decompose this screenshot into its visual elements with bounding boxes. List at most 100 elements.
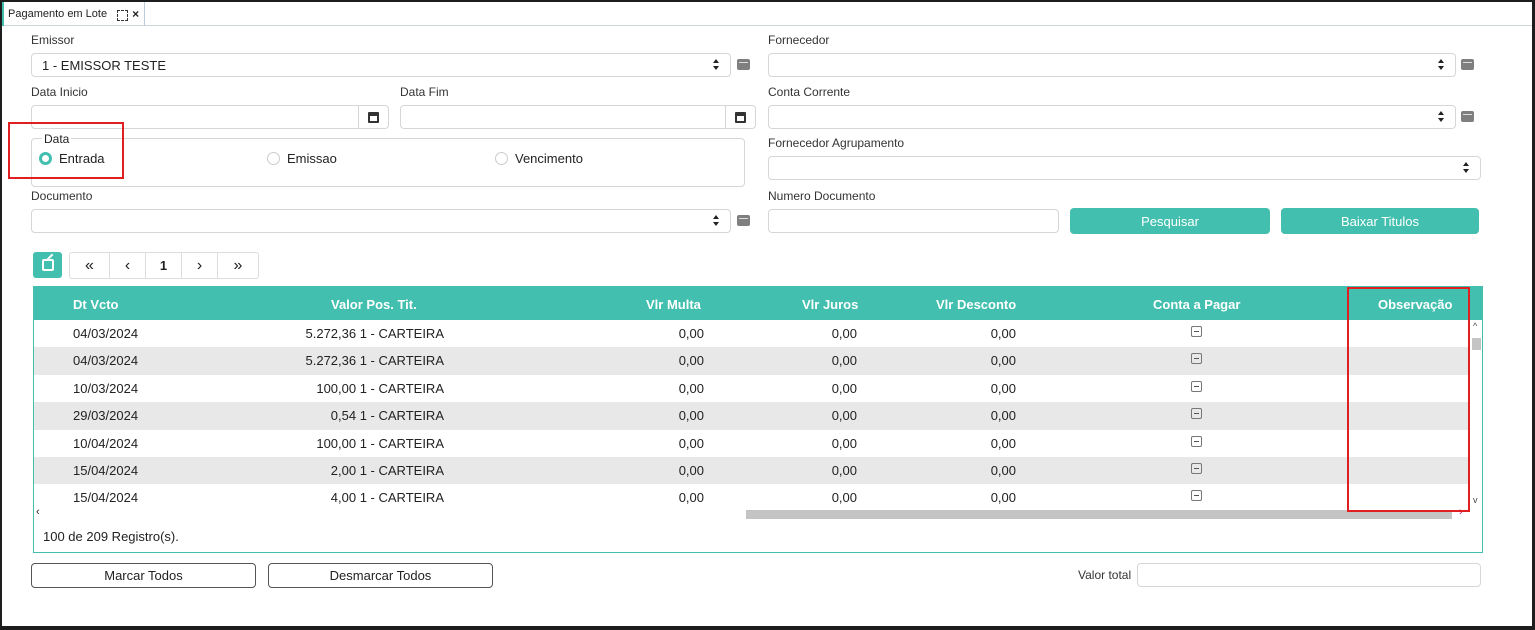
tab-pagamento-em-lote[interactable]: Pagamento em Lote × — [2, 2, 145, 26]
first-page-button[interactable]: « — [70, 253, 110, 278]
table-row[interactable]: 10/03/2024 100,00 1 - CARTEIRA 0,00 0,00 0,0… — [34, 375, 1470, 402]
maximize-icon[interactable] — [117, 9, 129, 21]
last-page-button[interactable]: » — [218, 253, 258, 278]
select-arrows-icon — [713, 215, 720, 227]
col-vlr-juros[interactable]: Vlr Juros — [802, 297, 858, 312]
documento-select[interactable] — [31, 209, 731, 233]
grid-record-count: 100 de 209 Registro(s). — [43, 529, 179, 544]
cell-valor-pos-tit: 5.272,36 1 - CARTEIRA — [305, 353, 445, 369]
collapse-icon[interactable] — [1191, 353, 1202, 365]
grid-header: Dt Vcto Valor Pos. Tit. Vlr Multa Vlr Ju… — [34, 287, 1482, 320]
table-row[interactable]: 04/03/2024 5.272,36 1 - CARTEIRA 0,00 0,00 0… — [34, 320, 1470, 347]
cell-vlr-multa: 0,00 — [678, 380, 704, 396]
cell-valor-pos-tit: 5.272,36 1 - CARTEIRA — [305, 326, 445, 341]
fornecedor-lookup-icon[interactable] — [1461, 59, 1474, 70]
radio-emissao-label: Emissao — [287, 151, 337, 166]
data-inicio-label: Data Inicio — [31, 85, 88, 99]
cell-dt-vcto: 04/03/2024 — [73, 326, 139, 341]
cell-dt-vcto: 10/04/2024 — [73, 435, 139, 451]
radio-unselected-icon — [267, 152, 280, 165]
scroll-thumb[interactable] — [1472, 338, 1481, 350]
col-valor-pos-tit[interactable]: Valor Pos. Tit. — [331, 297, 417, 312]
collapse-icon[interactable] — [1191, 326, 1202, 337]
cell-vlr-multa: 0,00 — [678, 490, 704, 506]
cell-vlr-desconto: 0,00 — [990, 462, 1016, 478]
cell-valor-pos-tit: 4,00 1 - CARTEIRA — [330, 490, 444, 506]
col-conta-a-pagar[interactable]: Conta a Pagar — [1153, 297, 1240, 312]
conta-corrente-label: Conta Corrente — [768, 85, 851, 99]
numero-documento-input[interactable] — [768, 209, 1059, 233]
cell-vlr-juros: 0,00 — [831, 380, 857, 396]
cell-vlr-multa: 0,00 — [678, 435, 704, 451]
cell-valor-pos-tit: 0,54 1 - CARTEIRA — [330, 408, 444, 424]
radio-vencimento-label: Vencimento — [515, 151, 583, 166]
titles-grid: Dt Vcto Valor Pos. Tit. Vlr Multa Vlr Ju… — [33, 286, 1483, 553]
horizontal-scrollbar[interactable]: ‹ › — [34, 506, 1470, 520]
cell-vlr-juros: 0,00 — [831, 462, 857, 478]
edit-icon — [41, 259, 54, 271]
scroll-down-icon[interactable]: v — [1473, 495, 1478, 505]
fornecedor-agrupamento-label: Fornecedor Agrupamento — [768, 136, 905, 150]
collapse-icon[interactable] — [1191, 380, 1202, 392]
highlight-box-observacao — [1347, 287, 1470, 512]
radio-unselected-icon — [495, 152, 508, 165]
scroll-left-icon[interactable]: ‹ — [36, 506, 40, 518]
desmarcar-todos-button[interactable]: Desmarcar Todos — [268, 563, 493, 588]
cell-dt-vcto: 29/03/2024 — [73, 408, 139, 424]
documento-lookup-icon[interactable] — [737, 215, 750, 226]
close-icon[interactable]: × — [132, 7, 139, 21]
data-fim-calendar-button[interactable] — [725, 105, 755, 129]
cell-dt-vcto: 15/04/2024 — [73, 462, 139, 478]
conta-corrente-lookup-icon[interactable] — [1461, 111, 1474, 122]
marcar-todos-button[interactable]: Marcar Todos — [31, 563, 256, 588]
cell-vlr-desconto: 0,00 — [990, 408, 1016, 424]
cell-vlr-desconto: 0,00 — [990, 380, 1016, 396]
prev-page-button[interactable]: ‹ — [110, 253, 146, 278]
cell-valor-pos-tit: 2,00 1 - CARTEIRA — [330, 462, 444, 478]
current-page[interactable]: 1 — [146, 253, 182, 278]
cell-vlr-desconto: 0,00 — [990, 435, 1016, 451]
numero-documento-label: Numero Documento — [768, 189, 876, 203]
data-inicio-calendar-button[interactable] — [358, 105, 388, 129]
table-row[interactable]: 15/04/2024 4,00 1 - CARTEIRA 0,00 0,00 0,00 — [34, 484, 1470, 510]
cell-vlr-juros: 0,00 — [831, 408, 857, 424]
select-arrows-icon — [1438, 111, 1445, 123]
cell-vlr-multa: 0,00 — [678, 353, 704, 369]
col-vlr-desconto[interactable]: Vlr Desconto — [936, 297, 1016, 312]
window: Pagamento em Lote × Emissor 1 - EMISSOR … — [2, 2, 1532, 626]
table-row[interactable]: 29/03/2024 0,54 1 - CARTEIRA 0,00 0,00 0,00 — [34, 402, 1470, 430]
next-page-button[interactable]: › — [182, 253, 218, 278]
fornecedor-select[interactable] — [768, 53, 1456, 77]
pesquisar-button[interactable]: Pesquisar — [1070, 208, 1270, 234]
collapse-icon[interactable] — [1191, 462, 1202, 474]
cell-dt-vcto: 04/03/2024 — [73, 353, 139, 369]
cell-vlr-multa: 0,00 — [678, 462, 704, 478]
highlight-box-data — [8, 122, 124, 179]
scroll-up-icon[interactable]: ^ — [1473, 321, 1477, 331]
cell-valor-pos-tit: 100,00 1 - CARTEIRA — [316, 380, 444, 396]
collapse-icon[interactable] — [1191, 490, 1202, 502]
emissor-lookup-icon[interactable] — [737, 59, 750, 70]
fornecedor-agrupamento-select[interactable] — [768, 156, 1481, 180]
table-row[interactable]: 15/04/2024 2,00 1 - CARTEIRA 0,00 0,00 0,00 — [34, 456, 1470, 485]
col-dt-vcto[interactable]: Dt Vcto — [73, 297, 119, 312]
cell-vlr-juros: 0,00 — [831, 326, 857, 341]
valor-total-input[interactable] — [1137, 563, 1481, 587]
data-fim-input[interactable] — [400, 105, 756, 129]
radio-vencimento[interactable]: Vencimento — [495, 151, 583, 166]
conta-corrente-select[interactable] — [768, 105, 1456, 129]
table-row[interactable]: 04/03/2024 5.272,36 1 - CARTEIRA 0,00 0,00 0… — [34, 347, 1470, 375]
vertical-scrollbar[interactable]: ^ v — [1471, 320, 1482, 510]
radio-emissao[interactable]: Emissao — [267, 151, 337, 166]
edit-button[interactable] — [33, 252, 62, 278]
emissor-select[interactable]: 1 - EMISSOR TESTE — [31, 53, 731, 77]
col-vlr-multa[interactable]: Vlr Multa — [646, 297, 701, 312]
cell-vlr-desconto: 0,00 — [990, 353, 1016, 369]
collapse-icon[interactable] — [1191, 408, 1202, 420]
baixar-titulos-button[interactable]: Baixar Titulos — [1281, 208, 1479, 234]
cell-dt-vcto: 15/04/2024 — [73, 490, 139, 506]
calendar-icon — [735, 111, 746, 123]
collapse-icon[interactable] — [1191, 435, 1202, 447]
table-row[interactable]: 10/04/2024 100,00 1 - CARTEIRA 0,00 0,00 0,0… — [34, 430, 1470, 457]
select-arrows-icon — [1463, 162, 1470, 174]
